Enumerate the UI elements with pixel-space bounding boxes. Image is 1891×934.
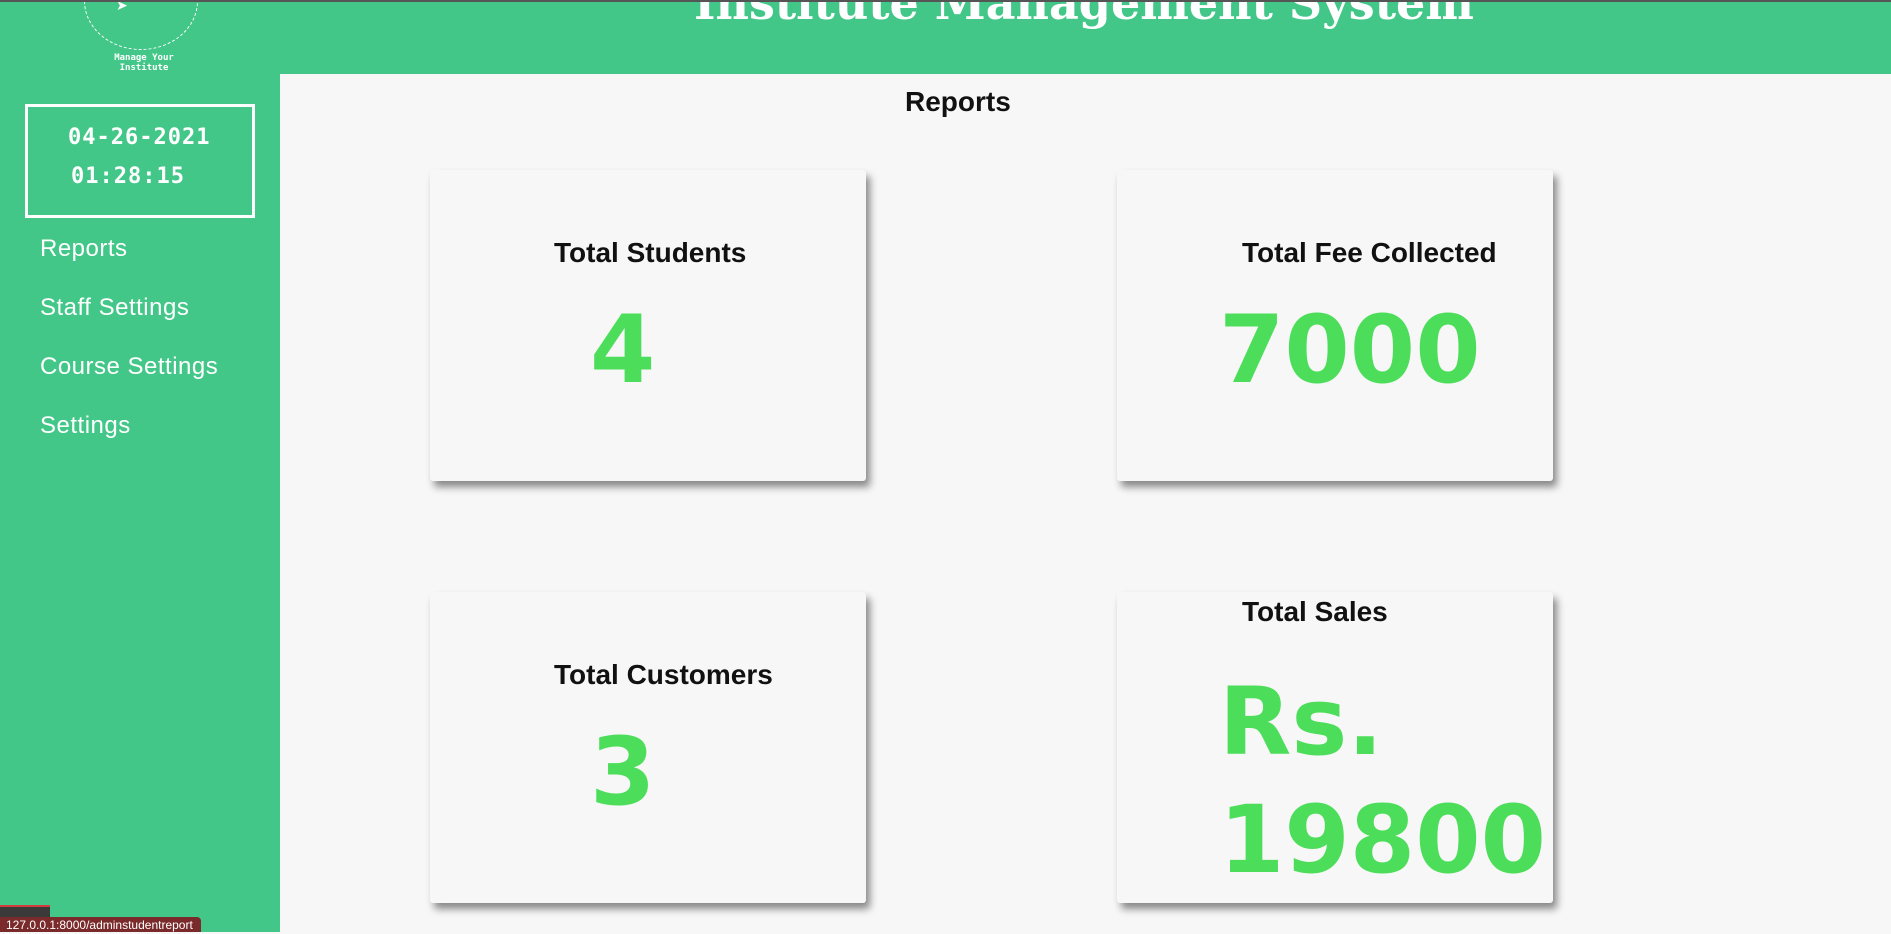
header-bar: ➤ Manage Your Institute Institute Manage…	[0, 0, 1891, 74]
card-value: 4	[590, 296, 656, 405]
sidebar-item-reports[interactable]: Reports	[40, 235, 128, 263]
main-content: Reports Total Students 4 Total Fee Colle…	[280, 74, 1891, 932]
stat-card-total-fee-collected: Total Fee Collected 7000	[1117, 170, 1553, 481]
sidebar-item-staff-settings[interactable]: Staff Settings	[40, 294, 189, 322]
card-title: Total Sales	[1242, 596, 1388, 627]
clock-date: 04-26-2021	[68, 125, 211, 150]
sidebar-item-settings[interactable]: Settings	[40, 412, 131, 440]
clock-widget: 04-26-2021 01:28:15	[25, 104, 255, 218]
status-edge	[0, 905, 50, 917]
logo-tagline: Manage Your Institute	[114, 53, 174, 73]
sidebar-item-course-settings[interactable]: Course Settings	[40, 353, 218, 381]
card-value: 3	[590, 718, 656, 827]
card-title: Total Students	[554, 237, 747, 268]
stat-card-total-sales: Total Sales Rs. 19800	[1117, 592, 1553, 903]
card-title: Total Fee Collected	[1242, 237, 1497, 268]
status-bar-url: 127.0.0.1:8000/adminstudentreport	[0, 917, 201, 932]
clock-time: 01:28:15	[71, 164, 185, 189]
app-title: Institute Management System	[694, 0, 1474, 30]
logo[interactable]	[84, 2, 198, 50]
card-value: Rs. 19800	[1219, 668, 1547, 895]
card-value: 7000	[1219, 296, 1481, 405]
card-title: Total Customers	[554, 659, 773, 690]
page-title: Reports	[905, 86, 1011, 117]
stat-card-total-students: Total Students 4	[430, 170, 866, 481]
paper-plane-icon: ➤	[116, 0, 128, 14]
stat-card-total-customers: Total Customers 3	[430, 592, 866, 903]
sidebar: 04-26-2021 01:28:15 Reports Staff Settin…	[0, 74, 280, 932]
